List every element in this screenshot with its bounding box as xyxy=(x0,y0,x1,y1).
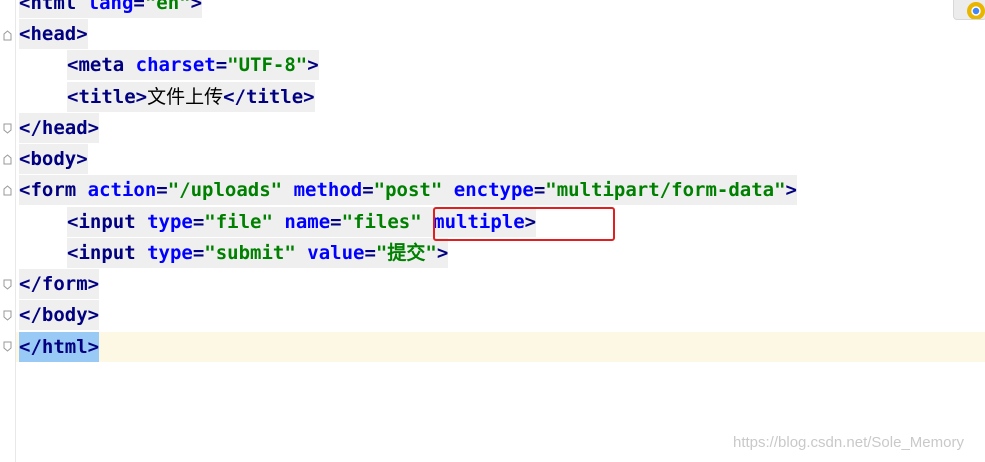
code-string-token: "submit" xyxy=(204,242,296,264)
code-attribute-token: charset xyxy=(135,54,216,76)
code-line[interactable]: <form action="/uploads" method="post" en… xyxy=(19,175,797,205)
code-tag-token: </head> xyxy=(19,117,100,139)
code-string-token: "en" xyxy=(144,0,191,14)
code-tag-token: = xyxy=(192,242,205,264)
code-line[interactable]: <head> xyxy=(19,19,88,49)
code-tag-token xyxy=(273,211,284,233)
code-tag-token: > xyxy=(190,0,203,14)
code-tag-token: <head> xyxy=(19,23,88,45)
code-tag-token: = xyxy=(364,242,376,264)
code-line[interactable]: </html> xyxy=(19,332,100,362)
code-string-token: "/uploads" xyxy=(167,179,283,201)
code-tag-token: <input xyxy=(67,242,148,264)
code-tag-token: <input xyxy=(67,211,148,233)
code-tag-token xyxy=(442,179,453,201)
fold-marker-icon[interactable] xyxy=(3,123,12,134)
fold-marker-icon[interactable] xyxy=(3,310,12,321)
code-line[interactable]: </body> xyxy=(19,300,100,330)
watermark: https://blog.csdn.net/Sole_Memory xyxy=(733,434,964,451)
code-string-token: "multipart/form-data" xyxy=(545,179,786,201)
chrome-icon[interactable] xyxy=(953,0,985,20)
code-attribute-token: value xyxy=(307,242,365,264)
code-tag-token: </body> xyxy=(19,304,100,326)
code-attribute-token: enctype xyxy=(453,179,534,201)
code-text-token: 文件上传 xyxy=(147,86,224,108)
fold-marker-icon[interactable] xyxy=(3,185,12,196)
code-attribute-token: method xyxy=(293,179,363,201)
code-tag-token xyxy=(422,211,433,233)
code-string-token: "files" xyxy=(341,211,422,233)
code-attribute-token: type xyxy=(147,242,193,264)
code-tag-token: = xyxy=(215,54,228,76)
code-tag-token: </html> xyxy=(19,336,100,358)
fold-marker-icon[interactable] xyxy=(3,279,12,290)
code-string-token: "提交" xyxy=(375,242,437,264)
code-attribute-token: action xyxy=(87,179,157,201)
code-line[interactable]: <body> xyxy=(19,144,88,174)
multiple-attribute-annotation xyxy=(433,207,615,241)
code-tag-token: </form> xyxy=(19,273,100,295)
fold-marker-icon[interactable] xyxy=(3,341,12,352)
code-tag-token: > xyxy=(307,54,319,76)
code-attribute-token: name xyxy=(284,211,331,233)
code-tag-token: <body> xyxy=(19,148,88,170)
code-attribute-token: type xyxy=(147,211,193,233)
current-line-highlight xyxy=(16,332,985,362)
code-tag-token xyxy=(296,242,307,264)
fold-marker-icon[interactable] xyxy=(3,154,12,165)
code-tag-token: = xyxy=(133,0,145,14)
code-tag-token: <meta xyxy=(67,54,136,76)
code-tag-token: = xyxy=(533,179,546,201)
code-tag-token: = xyxy=(330,211,342,233)
code-tag-token: </title> xyxy=(223,86,315,108)
code-tag-token: <html xyxy=(19,0,88,14)
code-line[interactable]: <meta charset="UTF-8"> xyxy=(67,50,319,80)
code-attribute-token: lang xyxy=(87,0,134,14)
fold-gutter xyxy=(0,0,16,462)
code-line[interactable]: <html lang="en"> xyxy=(19,0,203,18)
code-line[interactable]: </form> xyxy=(19,269,100,299)
code-tag-token: <form xyxy=(19,179,88,201)
code-line[interactable]: <title>文件上传</title> xyxy=(67,82,315,112)
code-string-token: "UTF-8" xyxy=(227,54,308,76)
code-tag-token: <title> xyxy=(67,86,148,108)
code-tag-token xyxy=(282,179,293,201)
code-tag-token: = xyxy=(362,179,374,201)
code-string-token: "file" xyxy=(204,211,273,233)
code-tag-token: > xyxy=(785,179,797,201)
code-string-token: "post" xyxy=(373,179,443,201)
code-line[interactable]: </head> xyxy=(19,113,100,143)
code-tag-token: = xyxy=(192,211,205,233)
code-line[interactable]: <input type="submit" value="提交"> xyxy=(67,238,449,268)
code-editor[interactable]: <html lang="en"> <head> <meta charset="U… xyxy=(0,0,985,462)
code-tag-token: = xyxy=(156,179,168,201)
fold-marker-icon[interactable] xyxy=(3,30,12,41)
code-tag-token: > xyxy=(436,242,449,264)
